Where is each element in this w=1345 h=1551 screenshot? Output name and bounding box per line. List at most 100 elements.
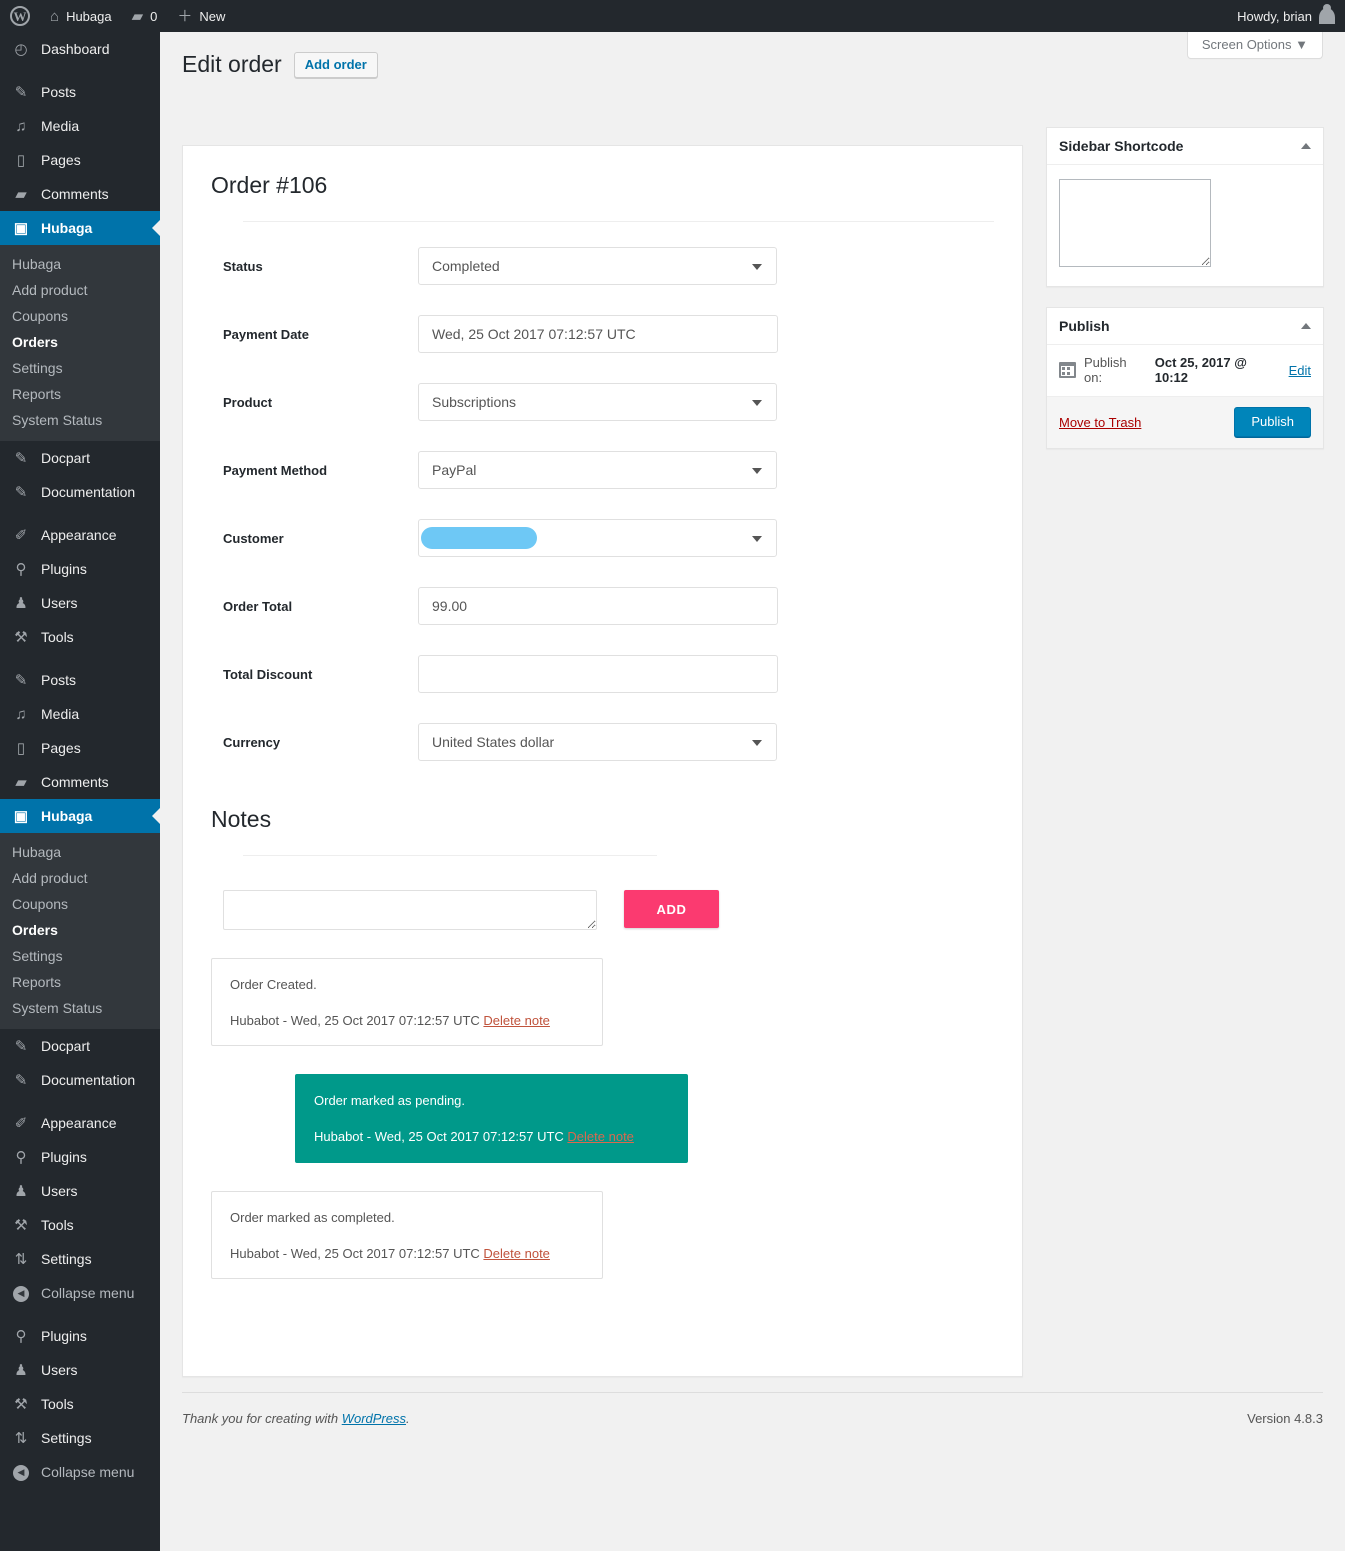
sidebar-item-hubaga-2[interactable]: ▣ Hubaga xyxy=(0,799,160,833)
sidebar-shortcode-panel: Sidebar Shortcode xyxy=(1046,127,1324,287)
sidebar-item-appearance-2[interactable]: ✐ Appearance xyxy=(0,1106,160,1140)
submenu-item-system-status[interactable]: System Status xyxy=(0,407,160,433)
submenu-item-coupons[interactable]: Coupons xyxy=(0,303,160,329)
my-account-menu[interactable]: Howdy, brian xyxy=(1227,0,1345,32)
submenu-item-hubaga[interactable]: Hubaga xyxy=(0,251,160,277)
publish-panel-header[interactable]: Publish xyxy=(1047,308,1323,345)
collapse-menu-button-2[interactable]: ◀ Collapse menu xyxy=(0,1455,160,1489)
order-total-input[interactable] xyxy=(418,587,778,625)
plug-icon: ⚲ xyxy=(15,560,27,578)
add-note-button[interactable]: ADD xyxy=(624,890,719,928)
sidebar-item-docpart[interactable]: ✎ Docpart xyxy=(0,441,160,475)
screen-meta-links: Screen Options ▼ xyxy=(1186,32,1323,59)
submenu-item-reports-2[interactable]: Reports xyxy=(0,969,160,995)
move-to-trash-link[interactable]: Move to Trash xyxy=(1059,415,1141,430)
currency-select[interactable]: United States dollar xyxy=(418,723,777,761)
wp-logo-menu[interactable]: W xyxy=(0,0,40,32)
submenu-item-coupons-2[interactable]: Coupons xyxy=(0,891,160,917)
payment-date-input[interactable] xyxy=(418,315,778,353)
delete-note-link[interactable]: Delete note xyxy=(567,1129,634,1144)
sidebar-item-posts[interactable]: ✎ Posts xyxy=(0,75,160,109)
sidebar-item-media-2[interactable]: ♫ Media xyxy=(0,697,160,731)
customer-select-wrap xyxy=(418,519,777,557)
settings-sliders-icon: ⇅ xyxy=(14,1250,28,1268)
plus-icon: ＋ xyxy=(177,7,193,25)
customer-redaction-highlight xyxy=(421,527,537,549)
wordpress-link[interactable]: WordPress xyxy=(342,1411,406,1426)
sidebar-item-pages-2[interactable]: ▯ Pages xyxy=(0,731,160,765)
sidebar-item-label: Pages xyxy=(41,740,81,756)
sidebar-item-media[interactable]: ♫ Media xyxy=(0,109,160,143)
submenu-item-settings-2[interactable]: Settings xyxy=(0,943,160,969)
sidebar-item-hubaga[interactable]: ▣ Hubaga xyxy=(0,211,160,245)
submenu-item-orders[interactable]: Orders xyxy=(0,329,160,355)
sidebar-item-documentation-2[interactable]: ✎ Documentation xyxy=(0,1063,160,1097)
edit-publish-date-link[interactable]: Edit xyxy=(1289,363,1311,378)
collapse-arrow-icon: ◀ xyxy=(11,1463,31,1481)
status-select[interactable]: Completed xyxy=(418,247,777,285)
product-select[interactable]: Subscriptions xyxy=(418,383,777,421)
sidebar-item-label: Hubaga xyxy=(41,220,93,236)
sidebar-item-pages[interactable]: ▯ Pages xyxy=(0,143,160,177)
new-content-menu[interactable]: ＋ New xyxy=(167,0,235,32)
sidebar-item-comments-2[interactable]: ▰ Comments xyxy=(0,765,160,799)
submenu-item-add-product[interactable]: Add product xyxy=(0,277,160,303)
note-input[interactable] xyxy=(223,890,597,930)
delete-note-link[interactable]: Delete note xyxy=(483,1246,550,1261)
page-header: Edit order Add order xyxy=(182,50,378,79)
form-row-total-discount: Total Discount xyxy=(183,640,1022,708)
submenu-item-hubaga-2[interactable]: Hubaga xyxy=(0,839,160,865)
sidebar-item-users-2[interactable]: ♟ Users xyxy=(0,1174,160,1208)
publish-button[interactable]: Publish xyxy=(1234,407,1311,437)
collapse-menu-button[interactable]: ◀ Collapse menu xyxy=(0,1276,160,1310)
pin-icon: ✎ xyxy=(14,449,28,467)
submenu-item-settings[interactable]: Settings xyxy=(0,355,160,381)
admin-bar: W ⌂ Hubaga ▰ 0 ＋ New Howdy, brian xyxy=(0,0,1345,32)
sidebar-item-users-3[interactable]: ♟ Users xyxy=(0,1353,160,1387)
sidebar-item-tools-3[interactable]: ⚒ Tools xyxy=(0,1387,160,1421)
sidebar-item-tools[interactable]: ⚒ Tools xyxy=(0,620,160,654)
page-icon: ▯ xyxy=(16,151,26,169)
sidebar-item-plugins-3[interactable]: ⚲ Plugins xyxy=(0,1319,160,1353)
sidebar-item-settings-top-2[interactable]: ⇅ Settings xyxy=(0,1421,160,1455)
delete-note-link[interactable]: Delete note xyxy=(483,1013,550,1028)
publish-on-prefix: Publish on: xyxy=(1084,355,1127,385)
sidebar-item-dashboard[interactable]: ◴ Dashboard xyxy=(0,32,160,66)
sidebar-shortcode-panel-header[interactable]: Sidebar Shortcode xyxy=(1047,128,1323,165)
chevron-up-icon[interactable] xyxy=(1301,323,1311,329)
sidebar-item-plugins[interactable]: ⚲ Plugins xyxy=(0,552,160,586)
chevron-down-icon: ▼ xyxy=(1295,37,1308,52)
screen-options-button[interactable]: Screen Options ▼ xyxy=(1186,32,1323,59)
site-name-menu[interactable]: ⌂ Hubaga xyxy=(40,0,122,32)
comment-count: 0 xyxy=(150,8,158,24)
sidebar-item-appearance[interactable]: ✐ Appearance xyxy=(0,518,160,552)
submenu-item-add-product-2[interactable]: Add product xyxy=(0,865,160,891)
submenu-item-orders-2[interactable]: Orders xyxy=(0,917,160,943)
sidebar-item-tools-2[interactable]: ⚒ Tools xyxy=(0,1208,160,1242)
note-text: Order Created. xyxy=(230,977,317,992)
wrench-icon: ⚒ xyxy=(14,1216,28,1234)
sidebar-item-settings-top[interactable]: ⇅ Settings xyxy=(0,1242,160,1276)
sidebar-item-label: Media xyxy=(41,118,80,134)
media-icon: ♫ xyxy=(15,117,27,135)
submenu-item-system-status-2[interactable]: System Status xyxy=(0,995,160,1021)
new-content-label: New xyxy=(199,8,226,24)
sidebar-item-posts-2[interactable]: ✎ Posts xyxy=(0,663,160,697)
add-order-button[interactable]: Add order xyxy=(293,51,378,78)
sidebar-shortcode-textarea[interactable] xyxy=(1059,179,1211,267)
site-name-label: Hubaga xyxy=(66,8,112,24)
side-column: Sidebar Shortcode Publish Publish on: Oc… xyxy=(1046,127,1324,469)
sidebar-item-users[interactable]: ♟ Users xyxy=(0,586,160,620)
payment-method-select[interactable]: PayPal xyxy=(418,451,777,489)
chevron-up-icon[interactable] xyxy=(1301,143,1311,149)
comments-menu[interactable]: ▰ 0 xyxy=(122,0,168,32)
publish-schedule-row: Publish on: Oct 25, 2017 @ 10:12 Edit xyxy=(1047,345,1323,397)
order-edit-panel: Order #106 Status Completed Payment Date xyxy=(182,145,1023,1377)
paintbrush-icon: ✐ xyxy=(14,526,28,544)
sidebar-item-plugins-2[interactable]: ⚲ Plugins xyxy=(0,1140,160,1174)
total-discount-input[interactable] xyxy=(418,655,778,693)
sidebar-item-comments[interactable]: ▰ Comments xyxy=(0,177,160,211)
sidebar-item-docpart-2[interactable]: ✎ Docpart xyxy=(0,1029,160,1063)
sidebar-item-documentation[interactable]: ✎ Documentation xyxy=(0,475,160,509)
submenu-item-reports[interactable]: Reports xyxy=(0,381,160,407)
